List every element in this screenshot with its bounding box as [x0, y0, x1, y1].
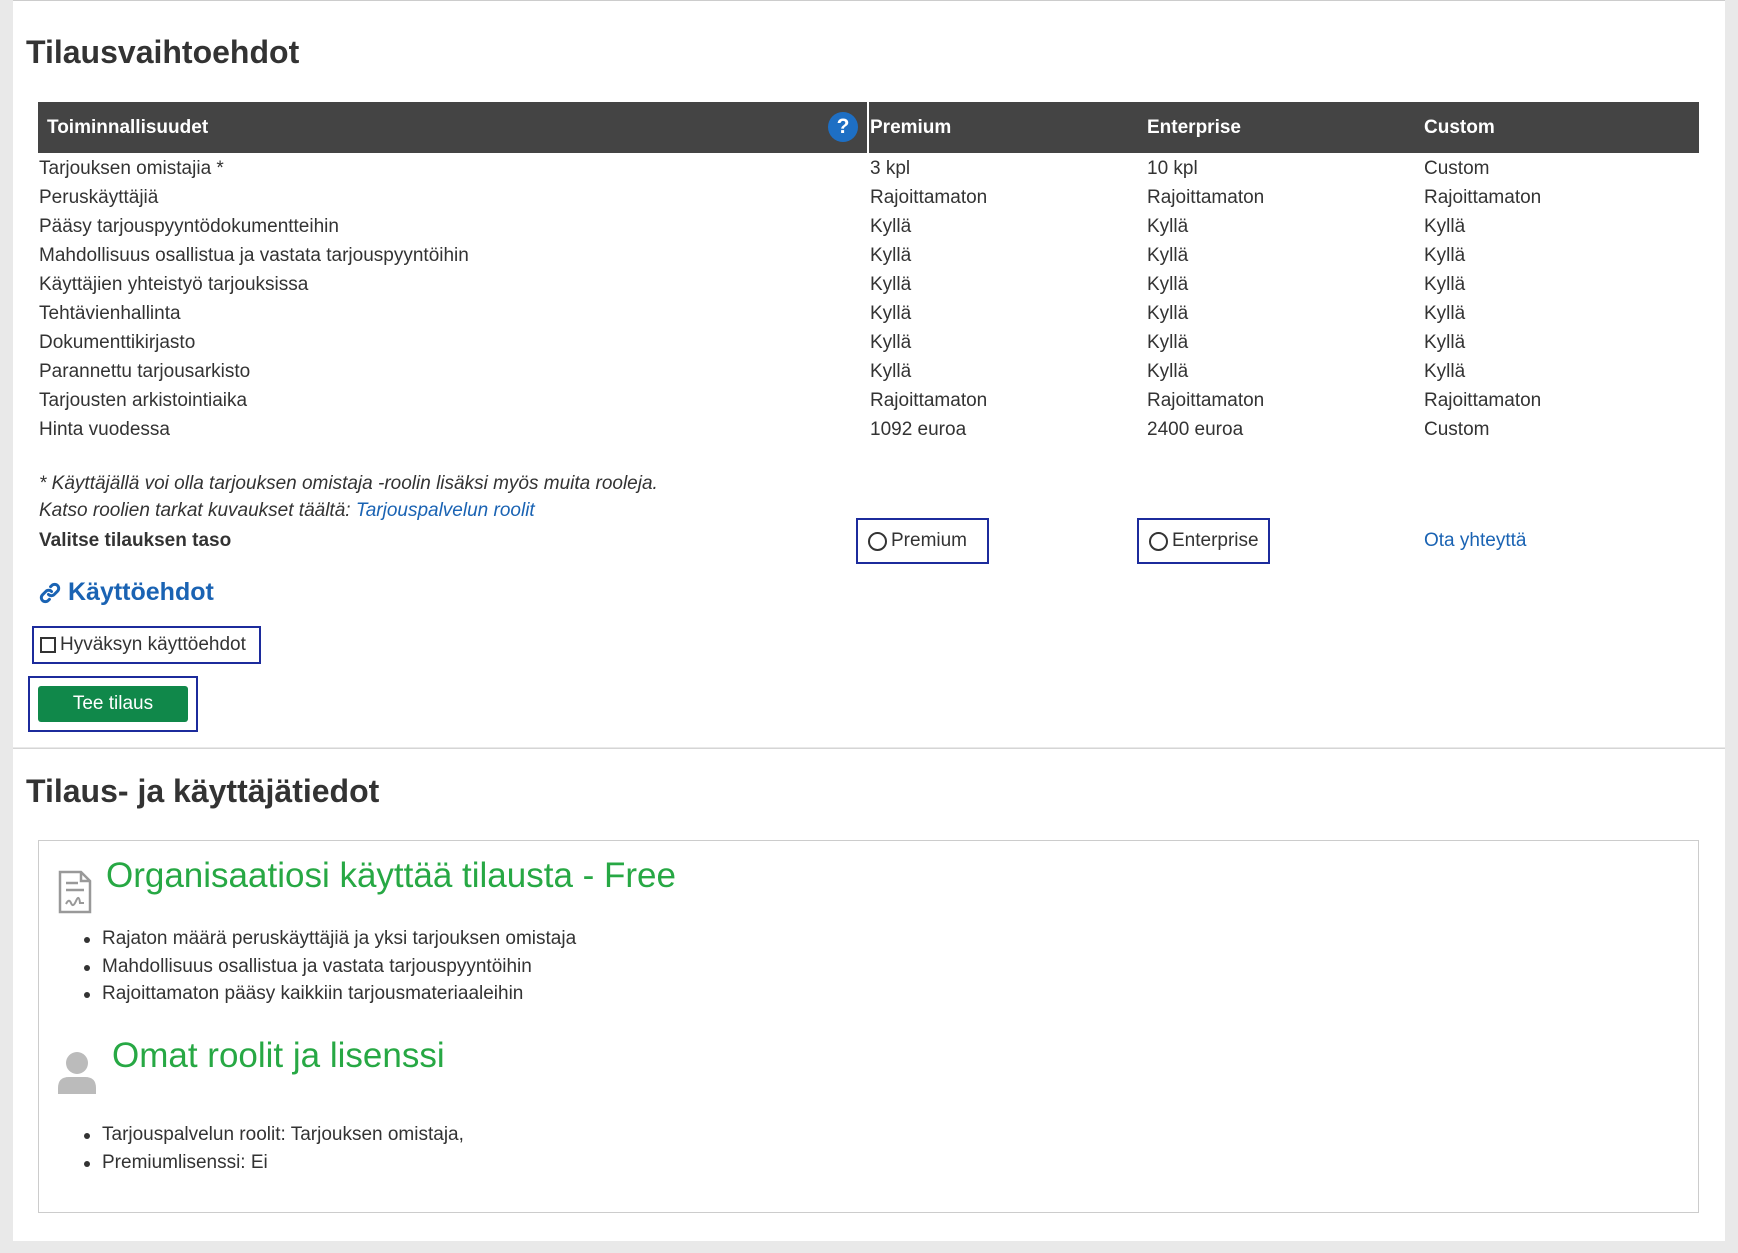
enterprise-value: 2400 euroa	[1147, 419, 1244, 440]
feature-name: Käyttäjien yhteistyö tarjouksissa	[39, 274, 309, 295]
table-row: Pääsy tarjouspyyntödokumentteihin Kyllä …	[39, 212, 1699, 241]
custom-value: Rajoittamaton	[1424, 187, 1542, 208]
list-item: Tarjouspalvelun roolit: Tarjouksen omist…	[82, 1121, 464, 1149]
list-item: Rajaton määrä peruskäyttäjiä ja yksi tar…	[82, 925, 576, 953]
accept-terms-label: Hyväksyn käyttöehdot	[60, 634, 246, 655]
select-level-label: Valitse tilauksen taso	[39, 530, 232, 551]
premium-value: Kyllä	[870, 332, 912, 353]
enterprise-value: Kyllä	[1147, 332, 1189, 353]
table-row: Parannettu tarjousarkisto Kyllä Kyllä Ky…	[39, 357, 1699, 386]
premium-value: 3 kpl	[870, 158, 911, 179]
feature-name: Hinta vuodessa	[39, 419, 170, 440]
list-item: Premiumlisenssi: Ei	[82, 1149, 464, 1177]
feature-name: Pääsy tarjouspyyntödokumentteihin	[39, 216, 339, 237]
enterprise-value: Kyllä	[1147, 216, 1189, 237]
enterprise-value: Kyllä	[1147, 303, 1189, 324]
header-enterprise: Enterprise	[1147, 117, 1241, 138]
premium-value: 1092 euroa	[870, 419, 967, 440]
premium-value: Rajoittamaton	[870, 187, 988, 208]
feature-name: Tarjouksen omistajia *	[39, 158, 224, 179]
help-icon[interactable]: ?	[828, 112, 858, 142]
enterprise-radio-option[interactable]: Enterprise	[1137, 518, 1270, 564]
premium-value: Kyllä	[870, 245, 912, 266]
section-title-subscription-options: Tilausvaihtoehdot	[26, 34, 300, 70]
premium-radio-label: Premium	[891, 530, 968, 551]
table-row: Peruskäyttäjiä Rajoittamaton Rajoittamat…	[39, 183, 1699, 212]
feature-name: Tehtävienhallinta	[39, 303, 181, 324]
enterprise-value: 10 kpl	[1147, 158, 1198, 179]
custom-value: Custom	[1424, 158, 1490, 179]
roles-link[interactable]: Tarjouspalvelun roolit	[356, 500, 535, 521]
custom-value: Kyllä	[1424, 216, 1466, 237]
terms-link-label[interactable]: Käyttöehdot	[68, 578, 214, 607]
enterprise-value: Kyllä	[1147, 361, 1189, 382]
premium-radio-option[interactable]: Premium	[856, 518, 989, 564]
roles-note-text: Katso roolien tarkat kuvaukset täältä:	[39, 500, 351, 521]
header-premium: Premium	[870, 117, 952, 138]
enterprise-value: Kyllä	[1147, 274, 1189, 295]
roles-heading: Omat roolit ja lisenssi	[112, 1036, 445, 1075]
enterprise-radio[interactable]	[1149, 531, 1168, 551]
custom-value: Custom	[1424, 419, 1490, 440]
premium-radio[interactable]	[868, 531, 887, 551]
premium-value: Kyllä	[870, 274, 912, 295]
subscription-heading: Organisaatiosi käyttää tilausta - Free	[106, 856, 676, 895]
feature-name: Dokumenttikirjasto	[39, 332, 196, 353]
roles-list: Tarjouspalvelun roolit: Tarjouksen omist…	[82, 1121, 464, 1176]
enterprise-value: Rajoittamaton	[1147, 187, 1265, 208]
enterprise-value: Rajoittamaton	[1147, 390, 1265, 411]
link-icon	[39, 582, 61, 603]
enterprise-radio-label: Enterprise	[1172, 530, 1259, 551]
table-row: Mahdollisuus osallistua ja vastata tarjo…	[39, 241, 1699, 270]
feature-name: Peruskäyttäjiä	[39, 187, 159, 208]
table-row: Tarjouksen omistajia * 3 kpl 10 kpl Cust…	[39, 154, 1699, 183]
table-row: Tarjousten arkistointiaika Rajoittamaton…	[39, 386, 1699, 415]
accept-terms-checkbox-option[interactable]: Hyväksyn käyttöehdot	[32, 626, 261, 664]
feature-name: Tarjousten arkistointiaika	[39, 390, 248, 411]
premium-value: Kyllä	[870, 361, 912, 382]
custom-value: Kyllä	[1424, 245, 1466, 266]
features-table-header: Toiminnallisuudet ? Premium Enterprise C…	[38, 102, 1699, 153]
section-title-subscription-info: Tilaus- ja käyttäjätiedot	[26, 773, 380, 809]
custom-value: Kyllä	[1424, 361, 1466, 382]
feature-name: Parannettu tarjousarkisto	[39, 361, 251, 382]
document-icon	[58, 870, 92, 914]
table-row: Dokumenttikirjasto Kyllä Kyllä Kyllä	[39, 328, 1699, 357]
premium-value: Kyllä	[870, 303, 912, 324]
owner-role-note: * Käyttäjällä voi olla tarjouksen omista…	[39, 473, 658, 494]
premium-value: Kyllä	[870, 216, 912, 237]
contact-link[interactable]: Ota yhteyttä	[1424, 530, 1526, 552]
feature-name: Mahdollisuus osallistua ja vastata tarjo…	[39, 245, 469, 266]
table-row: Käyttäjien yhteistyö tarjouksissa Kyllä …	[39, 270, 1699, 299]
header-divider	[867, 102, 869, 153]
premium-value: Rajoittamaton	[870, 390, 988, 411]
list-item: Mahdollisuus osallistua ja vastata tarjo…	[82, 953, 576, 981]
subscription-features-list: Rajaton määrä peruskäyttäjiä ja yksi tar…	[82, 925, 576, 1008]
roles-note: Katso roolien tarkat kuvaukset täältä: T…	[39, 500, 535, 522]
custom-value: Kyllä	[1424, 303, 1466, 324]
header-custom: Custom	[1424, 117, 1495, 138]
user-icon	[58, 1052, 96, 1094]
enterprise-value: Kyllä	[1147, 245, 1189, 266]
accept-terms-checkbox[interactable]	[40, 637, 56, 653]
table-row: Tehtävienhallinta Kyllä Kyllä Kyllä	[39, 299, 1699, 328]
custom-value: Kyllä	[1424, 274, 1466, 295]
list-item: Rajoittamaton pääsy kaikkiin tarjousmate…	[82, 980, 576, 1008]
header-features: Toiminnallisuudet	[47, 117, 209, 138]
custom-value: Kyllä	[1424, 332, 1466, 353]
custom-value: Rajoittamaton	[1424, 390, 1542, 411]
submit-order-button[interactable]: Tee tilaus	[38, 686, 188, 722]
table-row: Hinta vuodessa 1092 euroa 2400 euroa Cus…	[39, 415, 1699, 444]
terms-link[interactable]: Käyttöehdot	[38, 578, 214, 607]
